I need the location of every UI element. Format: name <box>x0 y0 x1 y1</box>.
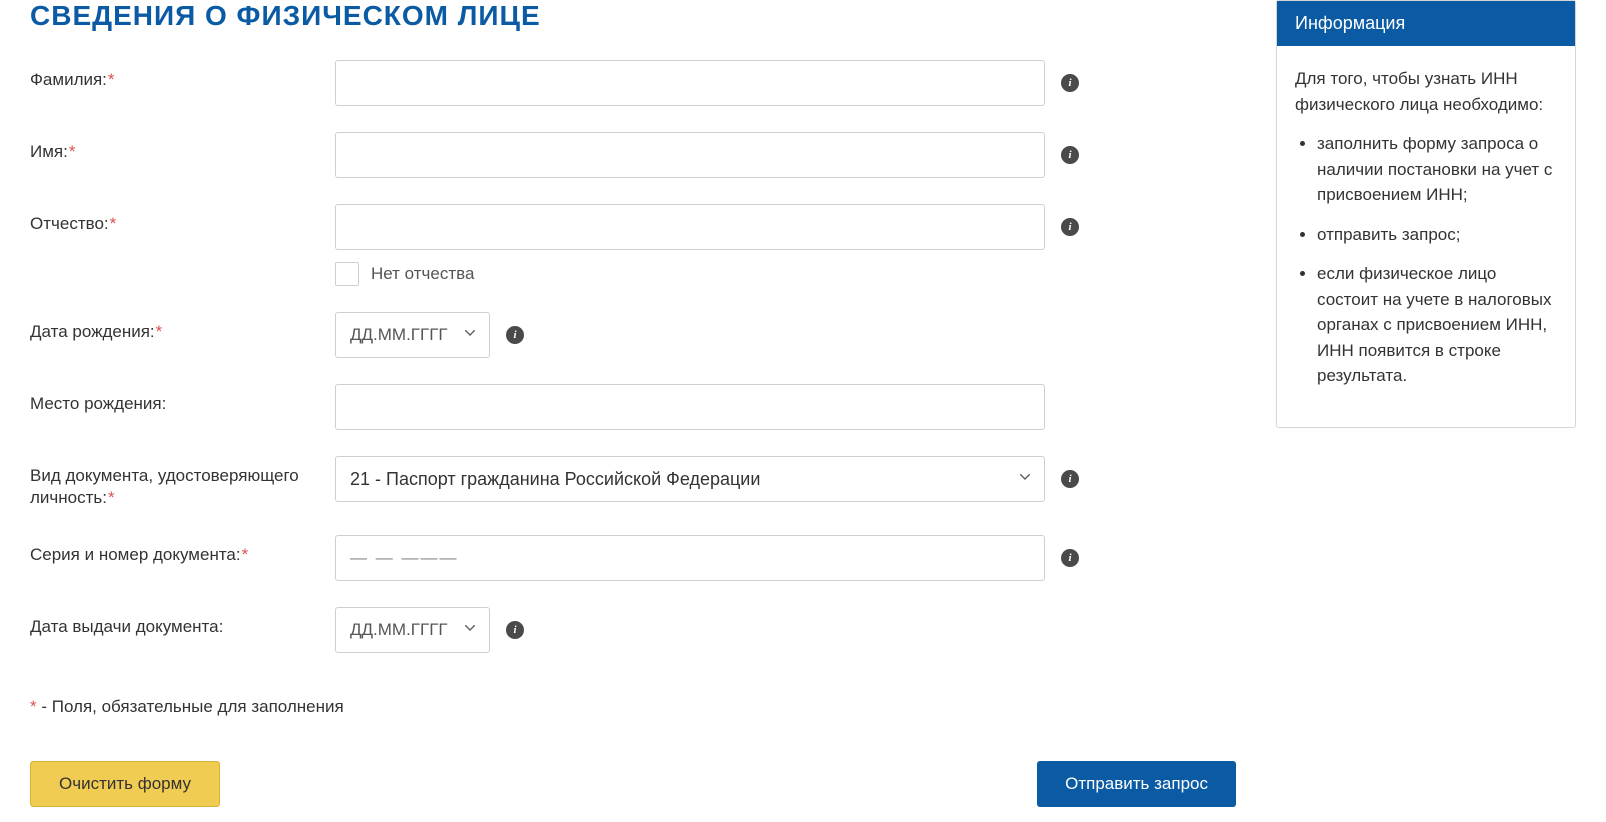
no-patronymic-checkbox[interactable] <box>335 262 359 286</box>
label-birthplace: Место рождения: <box>30 384 335 415</box>
doc-issue-date-picker[interactable]: ДД.ММ.ГГГГ <box>335 607 490 653</box>
label-birthdate: Дата рождения:* <box>30 312 335 343</box>
label-patronymic: Отчество:* <box>30 204 335 235</box>
row-doc-series: Серия и номер документа:* — — ——— i <box>30 535 1236 581</box>
info-icon[interactable]: i <box>506 326 524 344</box>
label-doc-type: Вид документа, удостоверяющего личность:… <box>30 456 335 509</box>
sidebar-body: Для того, чтобы узнать ИНН физического л… <box>1277 46 1575 427</box>
row-birthplace: Место рождения: <box>30 384 1236 430</box>
submit-button[interactable]: Отправить запрос <box>1037 761 1236 807</box>
sidebar-item: отправить запрос; <box>1317 222 1557 248</box>
name-input[interactable] <box>335 132 1045 178</box>
row-doc-issue-date: Дата выдачи документа: ДД.ММ.ГГГГ i <box>30 607 1236 653</box>
chevron-down-icon <box>465 625 475 635</box>
row-patronymic: Отчество:* i <box>30 204 1236 250</box>
surname-input[interactable] <box>335 60 1045 106</box>
sidebar-intro: Для того, чтобы узнать ИНН физического л… <box>1295 66 1557 117</box>
chevron-down-icon <box>465 330 475 340</box>
footnote: * - Поля, обязательные для заполнения <box>30 697 1236 717</box>
row-birthdate: Дата рождения:* ДД.ММ.ГГГГ i <box>30 312 1236 358</box>
doc-type-select[interactable]: 21 - Паспорт гражданина Российской Федер… <box>335 456 1045 502</box>
birthplace-input[interactable] <box>335 384 1045 430</box>
doc-series-input[interactable]: — — ——— <box>335 535 1045 581</box>
info-icon[interactable]: i <box>1061 146 1079 164</box>
sidebar-item: если физическое лицо состоит на учете в … <box>1317 261 1557 389</box>
row-doc-type: Вид документа, удостоверяющего личность:… <box>30 456 1236 509</box>
row-surname: Фамилия:* i <box>30 60 1236 106</box>
patronymic-input[interactable] <box>335 204 1045 250</box>
label-surname: Фамилия:* <box>30 60 335 91</box>
sidebar-item: заполнить форму запроса о наличии постан… <box>1317 131 1557 208</box>
info-icon[interactable]: i <box>1061 74 1079 92</box>
no-patronymic-label: Нет отчества <box>371 264 474 284</box>
info-icon[interactable]: i <box>1061 470 1079 488</box>
info-icon[interactable]: i <box>1061 549 1079 567</box>
label-name: Имя:* <box>30 132 335 163</box>
info-icon[interactable]: i <box>506 621 524 639</box>
page-title: СВЕДЕНИЯ О ФИЗИЧЕСКОМ ЛИЦЕ <box>30 0 1236 32</box>
button-row: Очистить форму Отправить запрос <box>30 761 1236 807</box>
clear-button[interactable]: Очистить форму <box>30 761 220 807</box>
birthdate-picker[interactable]: ДД.ММ.ГГГГ <box>335 312 490 358</box>
sidebar: Информация Для того, чтобы узнать ИНН фи… <box>1276 0 1576 428</box>
label-doc-issue-date: Дата выдачи документа: <box>30 607 335 638</box>
label-doc-series: Серия и номер документа:* <box>30 535 335 566</box>
chevron-down-icon <box>1020 474 1030 484</box>
no-patronymic-row: Нет отчества <box>335 262 1236 286</box>
row-name: Имя:* i <box>30 132 1236 178</box>
info-icon[interactable]: i <box>1061 218 1079 236</box>
sidebar-title: Информация <box>1277 1 1575 46</box>
